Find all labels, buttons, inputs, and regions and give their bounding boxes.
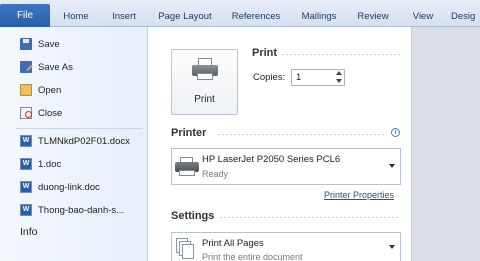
printer-heading: Printer (171, 127, 207, 139)
printer-name: HP LaserJet P2050 Series PCL6 (202, 154, 341, 165)
menu-item-info[interactable]: Info (20, 226, 38, 238)
tab-review[interactable]: Review (352, 6, 394, 27)
open-folder-icon (20, 84, 32, 96)
save-as-icon (20, 61, 32, 73)
printer-status: Ready (202, 169, 229, 179)
section-divider (282, 54, 400, 55)
word-document-icon (20, 204, 32, 216)
pages-icon (176, 238, 194, 260)
print-button-label: Print (194, 94, 215, 105)
printer-icon (175, 157, 199, 177)
word-document-icon (20, 158, 32, 170)
save-icon (20, 38, 32, 50)
pages-option-title: Print All Pages (202, 238, 264, 249)
print-preview-pane (411, 27, 480, 261)
menu-item-save[interactable]: Save (6, 34, 144, 54)
menu-item-label: Save As (38, 61, 73, 73)
menu-item-open[interactable]: Open (6, 80, 144, 100)
tab-page-layout[interactable]: Page Layout (151, 6, 219, 27)
print-pages-dropdown[interactable]: Print All Pages Print the entire documen… (171, 232, 401, 261)
ribbon-tab-bar: File Home Insert Page Layout References … (0, 0, 480, 27)
recent-document-label: TLMNkdP02F01.docx (38, 135, 130, 147)
recent-document[interactable]: 1.doc (6, 154, 144, 174)
menu-separator (16, 128, 142, 129)
menu-item-save-as[interactable]: Save As (6, 57, 144, 77)
copies-value: 1 (296, 72, 302, 83)
chevron-down-icon (389, 245, 395, 249)
tab-file[interactable]: File (0, 4, 50, 27)
section-divider (218, 134, 386, 135)
settings-heading: Settings (171, 210, 215, 222)
word-document-icon (20, 181, 32, 193)
recent-document-label: 1.doc (38, 158, 62, 170)
recent-document-label: Thong-bao-danh-s... (38, 204, 125, 216)
menu-item-label: Close (38, 107, 63, 119)
print-heading: Print (252, 47, 278, 59)
tab-insert[interactable]: Insert (103, 6, 145, 27)
menu-item-label: Save (38, 38, 60, 50)
chevron-down-icon (389, 164, 395, 168)
printer-icon (192, 58, 218, 80)
tab-view[interactable]: View (406, 6, 440, 27)
increment-arrow-icon[interactable] (336, 71, 342, 75)
print-button[interactable]: Print (171, 49, 238, 115)
copies-stepper[interactable]: 1 (291, 69, 345, 86)
menu-item-close[interactable]: Close (6, 103, 144, 123)
decrement-arrow-icon[interactable] (336, 79, 342, 83)
recent-document[interactable]: Thong-bao-danh-s... (6, 200, 144, 220)
menu-item-label: Open (38, 84, 62, 96)
info-icon[interactable]: i (391, 128, 400, 137)
section-divider (220, 217, 400, 218)
recent-document[interactable]: duong-link.doc (6, 177, 144, 197)
close-document-icon (20, 107, 32, 119)
tab-home[interactable]: Home (56, 6, 96, 27)
printer-dropdown[interactable]: HP LaserJet P2050 Series PCL6 Ready (171, 148, 401, 185)
backstage-menu: Save Save As Open Close TLMNkdP02F01.doc… (0, 27, 148, 261)
printer-properties-link[interactable]: Printer Properties (324, 190, 394, 200)
recent-document[interactable]: TLMNkdP02F01.docx (6, 131, 144, 151)
recent-document-label: duong-link.doc (38, 181, 100, 193)
word-document-icon (20, 135, 32, 147)
copies-label: Copies: (253, 72, 286, 83)
tab-mailings[interactable]: Mailings (293, 6, 345, 27)
pages-option-description: Print the entire document (202, 252, 303, 261)
tab-references[interactable]: References (225, 6, 287, 27)
tab-design[interactable]: Desig (451, 6, 480, 27)
